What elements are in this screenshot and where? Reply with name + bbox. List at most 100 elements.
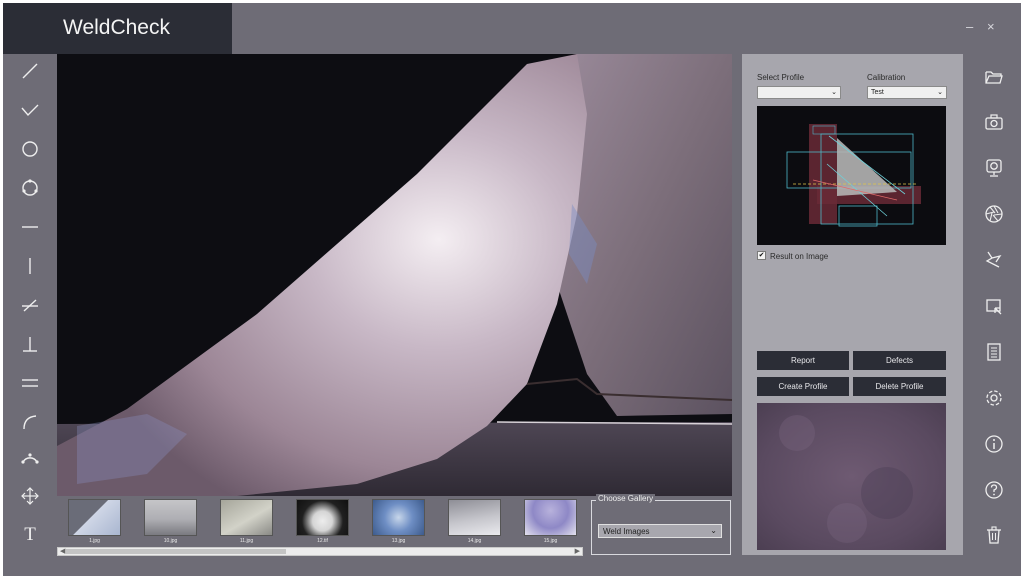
delete-profile-button[interactable]: Delete Profile xyxy=(853,377,946,396)
close-button[interactable]: × xyxy=(987,19,995,34)
thumbnail-caption: 1.jpg xyxy=(89,538,100,544)
angle-tool-button[interactable] xyxy=(15,290,45,320)
thumbnail-image xyxy=(68,499,121,536)
thumbnail-caption: 11.jpg xyxy=(239,538,254,544)
app-title-bar: WeldCheck xyxy=(3,3,232,54)
thumbnail-item[interactable]: 12.tif xyxy=(296,499,349,544)
settings-button[interactable] xyxy=(979,383,1009,413)
thumbnail-scrollbar[interactable]: ◀ ▶ xyxy=(57,547,583,556)
thumbnail-image xyxy=(372,499,425,536)
delete-trash-icon xyxy=(987,526,1001,544)
thumbnail-image xyxy=(524,499,577,536)
profile-panel: Select Profile ⌄ Calibration Test ⌄ ✔ Re… xyxy=(742,54,963,555)
webcam-button[interactable] xyxy=(979,153,1009,183)
camera-button[interactable] xyxy=(979,107,1009,137)
text-tool-icon: T xyxy=(24,524,36,545)
chevron-down-icon: ⌄ xyxy=(831,89,837,96)
aperture-icon xyxy=(985,205,1003,223)
parallel-lines-tool-button[interactable] xyxy=(15,368,45,398)
select-profile-dropdown[interactable]: ⌄ xyxy=(757,86,841,99)
perpendicular-tool-icon xyxy=(23,337,37,352)
thumbnail-caption: 15.jpg xyxy=(543,538,558,544)
result-on-image-checkbox[interactable]: ✔ xyxy=(757,251,766,260)
crop-select-icon xyxy=(986,299,1002,315)
scrollbar-thumb[interactable] xyxy=(66,549,286,554)
calibration-dropdown[interactable]: Test ⌄ xyxy=(867,86,947,99)
edge-detect-button[interactable] xyxy=(979,245,1009,275)
report-button[interactable]: Report xyxy=(757,351,849,370)
thumbnail-image xyxy=(448,499,501,536)
thumbnail-caption: 12.tif xyxy=(317,538,328,544)
scroll-left-icon[interactable]: ◀ xyxy=(60,547,65,555)
three-point-circle-tool-button[interactable] xyxy=(15,173,45,203)
weldcheck-window: WeldCheck – × T 1.jpg 10.jpg 11.jpg 12.t… xyxy=(3,3,1021,576)
chevron-down-icon: ⌄ xyxy=(937,89,943,96)
report-document-button[interactable] xyxy=(979,337,1009,367)
defect-texture xyxy=(757,403,946,550)
gallery-select-value: Weld Images xyxy=(603,527,650,536)
thumbnail-image xyxy=(144,499,197,536)
select-profile-label: Select Profile xyxy=(757,73,805,82)
arc-tool-icon xyxy=(23,415,37,430)
thumbnail-item[interactable]: 10.jpg xyxy=(144,499,197,544)
thumbnail-item[interactable]: 13.jpg xyxy=(372,499,425,544)
line-tool-button[interactable] xyxy=(15,56,45,86)
info-button[interactable] xyxy=(979,429,1009,459)
move-tool-button[interactable] xyxy=(15,481,45,511)
calibration-value: Test xyxy=(871,89,884,96)
delete-button[interactable] xyxy=(979,520,1009,550)
info-icon xyxy=(985,435,1003,453)
defect-preview-image xyxy=(757,403,946,550)
choose-gallery-legend: Choose Gallery xyxy=(596,494,656,503)
polyline-tool-button[interactable] xyxy=(15,95,45,125)
three-point-arc-tool-button[interactable] xyxy=(15,441,45,471)
line-tool-icon xyxy=(22,63,38,79)
thumbnail-item[interactable]: 14.jpg xyxy=(448,499,501,544)
weld-image-viewer[interactable] xyxy=(57,54,732,496)
angle-tool-icon xyxy=(22,299,38,312)
thumbnail-image xyxy=(296,499,349,536)
create-profile-button[interactable]: Create Profile xyxy=(757,377,849,396)
defects-button[interactable]: Defects xyxy=(853,351,946,370)
drawing-toolbar: T xyxy=(3,54,57,576)
vertical-line-tool-icon xyxy=(29,258,31,274)
three-point-circle-tool-icon xyxy=(22,179,38,196)
weld-cross-section-image xyxy=(57,54,732,496)
calibration-label: Calibration xyxy=(867,73,906,82)
parallel-lines-tool-icon xyxy=(22,379,38,387)
edge-detect-icon xyxy=(985,251,1002,268)
minimize-button[interactable]: – xyxy=(966,19,973,34)
profile-preview xyxy=(757,106,946,245)
thumbnail-image xyxy=(220,499,273,536)
perpendicular-tool-button[interactable] xyxy=(15,329,45,359)
app-title: WeldCheck xyxy=(63,16,170,39)
move-tool-icon xyxy=(21,487,39,505)
action-toolbar xyxy=(971,54,1021,576)
open-folder-button[interactable] xyxy=(979,62,1009,92)
help-button[interactable] xyxy=(979,475,1009,505)
vertical-line-tool-button[interactable] xyxy=(15,251,45,281)
gallery-select[interactable]: Weld Images ⌄ xyxy=(598,524,722,538)
polyline-tool-icon xyxy=(21,104,39,117)
webcam-icon xyxy=(986,159,1002,177)
thumbnail-item[interactable]: 15.jpg xyxy=(524,499,577,544)
horizontal-line-tool-button[interactable] xyxy=(15,212,45,242)
weld-profile-diagram xyxy=(786,124,921,227)
circle-tool-button[interactable] xyxy=(15,134,45,164)
chevron-down-icon: ⌄ xyxy=(710,526,717,535)
thumbnail-item[interactable]: 1.jpg xyxy=(68,499,121,544)
horizontal-line-tool-icon xyxy=(22,226,38,228)
result-on-image-label: Result on Image xyxy=(770,252,829,261)
crop-select-button[interactable] xyxy=(979,292,1009,322)
arc-tool-button[interactable] xyxy=(15,407,45,437)
scroll-right-icon[interactable]: ▶ xyxy=(575,547,580,555)
text-tool-button[interactable]: T xyxy=(15,520,45,550)
help-icon xyxy=(985,481,1003,499)
choose-gallery-group: Choose Gallery Weld Images ⌄ xyxy=(591,494,731,555)
thumbnail-caption: 14.jpg xyxy=(467,538,482,544)
thumbnail-caption: 10.jpg xyxy=(163,538,178,544)
report-document-icon xyxy=(987,343,1001,361)
circle-tool-icon xyxy=(22,141,38,157)
aperture-button[interactable] xyxy=(979,199,1009,229)
thumbnail-item[interactable]: 11.jpg xyxy=(220,499,273,544)
